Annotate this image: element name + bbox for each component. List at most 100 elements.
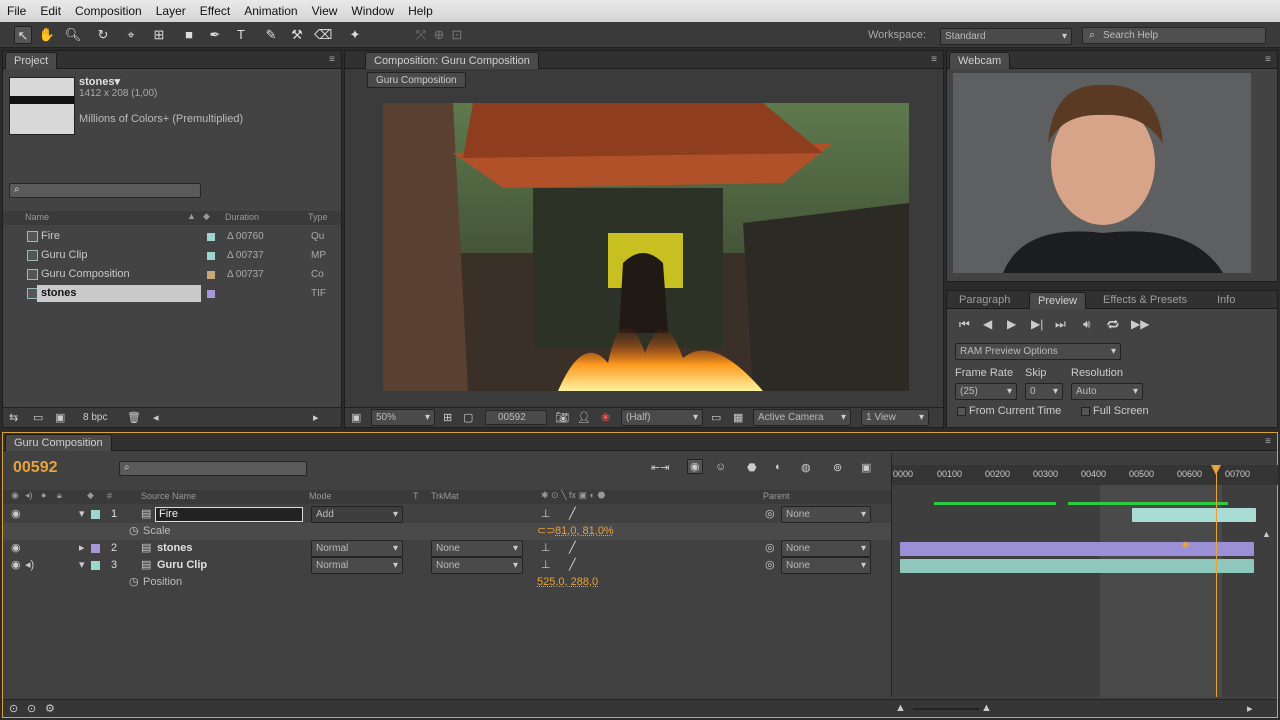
layer-3-mode-dropdown[interactable]: Normal	[311, 557, 403, 574]
workspace-dropdown[interactable]: Standard	[940, 28, 1072, 45]
menu-file[interactable]: File	[0, 4, 33, 18]
tab-info[interactable]: Info	[1209, 292, 1243, 309]
view-axis-icon[interactable]: ⊡	[448, 26, 466, 44]
visibility-eye-icon[interactable]: ◉	[11, 506, 21, 523]
composition-subtab[interactable]: Guru Composition	[367, 72, 466, 88]
label-swatch[interactable]	[91, 544, 100, 553]
pickwhip-icon[interactable]: ◎	[765, 540, 775, 557]
safe-zones-icon[interactable]: ⊞	[443, 411, 452, 424]
scroll-left-icon[interactable]: ◂	[153, 411, 159, 424]
previous-frame-icon[interactable]: ◀	[983, 317, 992, 331]
panel-menu-icon[interactable]: ≡	[931, 54, 937, 65]
play-icon[interactable]: ▶	[1007, 317, 1016, 331]
graph-editor-icon[interactable]: ◍	[801, 461, 811, 474]
camera-dropdown[interactable]: Active Camera	[753, 409, 851, 426]
hand-tool-icon[interactable]: ✋	[38, 26, 56, 44]
label-column-icon[interactable]: ◆	[87, 490, 94, 501]
layer-2-trkmat-dropdown[interactable]: None	[431, 540, 523, 557]
tab-timeline-guru-composition[interactable]: Guru Composition	[5, 434, 112, 451]
expand-triangle-icon[interactable]: ▾	[79, 557, 85, 574]
motion-blur-icon[interactable]: ◐	[775, 461, 782, 473]
project-row-guru-composition[interactable]: Guru Composition Δ 00737 Co	[7, 265, 343, 284]
layer-3-parent-dropdown[interactable]: None	[781, 557, 871, 574]
visibility-column-icon[interactable]: ◉	[11, 490, 19, 501]
selection-tool-icon[interactable]: ↖	[14, 26, 32, 44]
ram-preview-icon[interactable]: ▶▶	[1131, 317, 1149, 331]
shy-switch-icon[interactable]: ⊥	[541, 506, 551, 523]
switches-column-icons[interactable]: ✱ ⊙ ╲ fx ▣ ◐ ⬣	[541, 490, 605, 501]
label-icon[interactable]: ◆	[203, 211, 210, 222]
next-frame-icon[interactable]: ▶|	[1031, 317, 1043, 331]
col-type[interactable]: Type	[308, 212, 328, 222]
label-swatch[interactable]	[91, 561, 100, 570]
layer-name[interactable]: Guru Clip	[157, 557, 207, 574]
zoom-dropdown[interactable]: 50%	[371, 409, 435, 426]
pan-behind-tool-icon[interactable]: ⊞	[150, 26, 168, 44]
zoom-out-icon[interactable]: ▲	[895, 702, 906, 714]
draft-3d-icon[interactable]: ◉	[687, 459, 703, 474]
visibility-eye-icon[interactable]: ◉	[11, 540, 21, 557]
menu-animation[interactable]: Animation	[237, 4, 304, 18]
quality-switch-icon[interactable]: ╱	[569, 557, 576, 574]
rectangle-tool-icon[interactable]: ■	[180, 26, 198, 44]
transparency-grid-icon[interactable]: ▦	[733, 411, 743, 424]
eraser-tool-icon[interactable]: ⌫	[314, 26, 332, 44]
layer-2-parent-dropdown[interactable]: None	[781, 540, 871, 557]
playhead[interactable]	[1216, 467, 1217, 697]
resolution-preview-dropdown[interactable]: Auto	[1071, 383, 1143, 400]
clone-stamp-tool-icon[interactable]: ⚒	[288, 26, 306, 44]
color-channel-icon[interactable]: ❀	[601, 411, 610, 424]
panel-menu-icon[interactable]: ≡	[329, 54, 335, 65]
frame-blending-icon[interactable]: ⬣	[747, 461, 757, 474]
stopwatch-icon[interactable]: ◷	[129, 574, 139, 591]
expand-triangle-icon[interactable]: ▸	[79, 540, 85, 557]
brush-tool-icon[interactable]: ✎	[262, 26, 280, 44]
menu-view[interactable]: View	[305, 4, 345, 18]
stopwatch-icon[interactable]: ◷	[129, 523, 139, 540]
menu-window[interactable]: Window	[344, 4, 401, 18]
loop-icon[interactable]: 🔁︎	[1107, 317, 1119, 334]
zoom-slider[interactable]	[913, 708, 979, 710]
project-row-stones[interactable]: stones TIF	[7, 284, 343, 303]
sort-icon[interactable]: ▲	[187, 211, 196, 221]
show-snapshot-icon[interactable]: 👤︎	[577, 411, 591, 424]
shy-switch-icon[interactable]: ⊥	[541, 557, 551, 574]
world-axis-icon[interactable]: ⊕	[430, 26, 448, 44]
col-mode[interactable]: Mode	[309, 491, 332, 501]
layer-name[interactable]: stones	[157, 540, 192, 557]
ram-preview-options-dropdown[interactable]: RAM Preview Options	[955, 343, 1121, 360]
scroll-up-icon[interactable]: ▲	[1262, 529, 1271, 539]
audio-icon[interactable]: 🔊︎	[1083, 317, 1091, 332]
property-row-scale[interactable]: ◷ Scale ⊂⊃ 81,0, 81,0%	[3, 523, 893, 540]
view-layout-dropdown[interactable]: 1 View	[861, 409, 929, 426]
menu-help[interactable]: Help	[401, 4, 440, 18]
search-help-field[interactable]: ⌕ Search Help	[1082, 27, 1266, 44]
property-row-position[interactable]: ◷ Position 525,0, 288,0	[3, 574, 893, 591]
layer-2-mode-dropdown[interactable]: Normal	[311, 540, 403, 557]
hide-shy-layers-icon[interactable]: ☺	[715, 461, 726, 473]
quality-switch-icon[interactable]: ╱	[569, 540, 576, 557]
scroll-right-icon[interactable]: ▸	[1247, 702, 1253, 715]
scroll-right-icon[interactable]: ▸	[313, 411, 319, 424]
toggle-in-out-icon[interactable]: ⚙	[45, 702, 55, 715]
col-name[interactable]: Name	[25, 212, 49, 222]
comp-mini-flowchart-icon[interactable]: ⇤⇥	[651, 461, 669, 474]
col-parent[interactable]: Parent	[763, 491, 790, 501]
layer-1-mode-dropdown[interactable]: Add	[311, 506, 403, 523]
layer-3-duration-bar[interactable]	[900, 559, 1254, 573]
position-value[interactable]: 525,0, 288,0	[537, 574, 598, 591]
project-search-input[interactable]: ⌕	[9, 183, 201, 198]
axis-mode-icon[interactable]: ⤧	[412, 26, 430, 44]
toggle-modes-icon[interactable]: ⊙	[27, 702, 36, 715]
puppet-tool-icon[interactable]: ✦	[346, 26, 364, 44]
pickwhip-icon[interactable]: ◎	[765, 557, 775, 574]
toggle-switches-icon[interactable]: ⊙	[9, 702, 18, 715]
current-time-field[interactable]: 00592	[485, 410, 547, 425]
menu-edit[interactable]: Edit	[33, 4, 68, 18]
new-folder-icon[interactable]: ▭	[33, 411, 43, 424]
scale-value[interactable]: 81,0, 81,0%	[555, 523, 614, 540]
from-current-time-checkbox[interactable]	[957, 407, 966, 416]
live-update-icon[interactable]: ▣	[861, 461, 871, 474]
skip-dropdown[interactable]: 0	[1025, 383, 1063, 400]
layer-row-fire[interactable]: ◉ ▾ 1 ▤ Fire Add ⊥ ╱ ◎ None	[3, 506, 893, 523]
